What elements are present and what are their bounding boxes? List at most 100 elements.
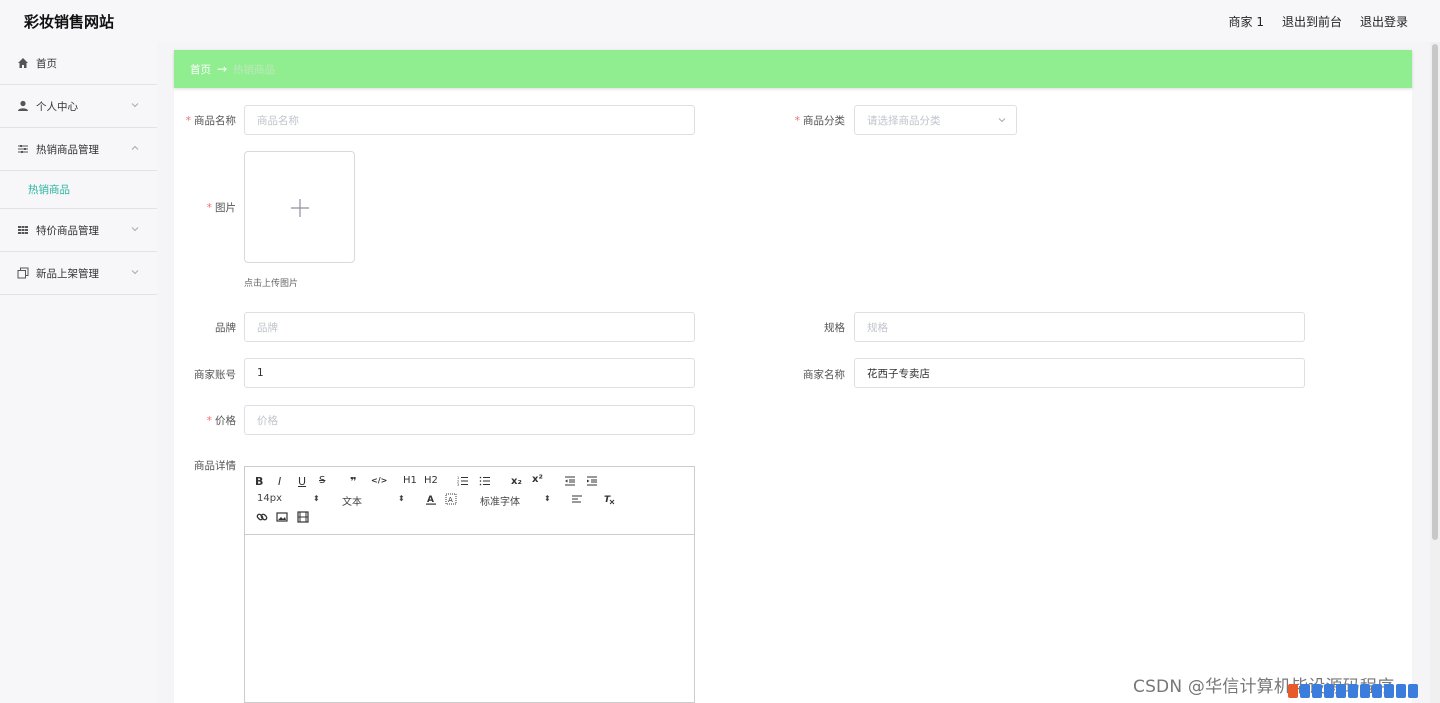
category-label: * 商品分类 <box>793 113 845 128</box>
outdent-icon[interactable] <box>564 475 576 487</box>
image-icon[interactable] <box>276 511 288 523</box>
category-placeholder: 请选择商品分类 <box>867 114 941 127</box>
name-input[interactable]: 商品名称 <box>244 105 695 135</box>
breadcrumb: 首页 → 热销商品 <box>174 50 1412 88</box>
chevron-down-icon <box>131 270 139 275</box>
ime-icon <box>1288 684 1298 698</box>
sidebar: 首页 个人中心 热销商品管理 热销商品 特价商品管理 新品上架管理 <box>0 42 157 703</box>
top-bar: 彩妆销售网站 商家 1 退出到前台 退出登录 <box>0 0 1440 42</box>
header-value: 文本 <box>342 497 362 508</box>
tray-icon <box>1408 684 1418 698</box>
video-icon[interactable] <box>297 511 309 523</box>
indent-icon[interactable] <box>586 475 598 487</box>
superscript-button[interactable]: x² <box>532 474 543 485</box>
align-icon[interactable] <box>571 493 583 505</box>
chevron-down-icon <box>131 227 139 232</box>
font-color-icon[interactable]: A <box>425 493 437 505</box>
editor-content-area[interactable] <box>245 535 694 703</box>
rich-text-editor: B I U S ❞ </> H1 H2 123 x₂ x² 14px ⬍ 文本 … <box>244 466 695 703</box>
merchant-name-value: 花西子专卖店 <box>867 367 930 380</box>
price-input[interactable]: 价格 <box>244 405 695 435</box>
merchant-user-link[interactable]: 商家 1 <box>1229 13 1264 30</box>
breadcrumb-home[interactable]: 首页 <box>190 62 211 77</box>
code-button[interactable]: </> <box>371 476 387 485</box>
price-label-text: 价格 <box>215 415 236 427</box>
tray-icon <box>1360 684 1370 698</box>
logout-link[interactable]: 退出登录 <box>1360 13 1408 30</box>
image-uploader[interactable] <box>244 151 355 263</box>
strike-button[interactable]: S <box>319 475 325 486</box>
name-label-text: 商品名称 <box>194 115 236 127</box>
merchant-account-label: 商家账号 <box>194 369 236 381</box>
price-placeholder: 价格 <box>257 414 278 427</box>
image-label: * 图片 <box>184 200 236 215</box>
font-size-select[interactable]: 14px ⬍ <box>257 493 321 507</box>
exit-to-frontend-link[interactable]: 退出到前台 <box>1282 13 1342 30</box>
header-select[interactable]: 文本 ⬍ <box>342 493 406 508</box>
sidebar-item-personal[interactable]: 个人中心 <box>0 85 157 128</box>
page-scrollbar[interactable] <box>1430 42 1440 703</box>
sidebar-item-label: 新品上架管理 <box>36 267 99 280</box>
h2-button[interactable]: H2 <box>424 475 438 486</box>
required-mark: * <box>206 415 212 427</box>
clear-format-icon[interactable]: T <box>603 493 615 505</box>
sidebar-item-home[interactable]: 首页 <box>0 42 157 85</box>
price-label: * 价格 <box>184 413 236 428</box>
font-family-select[interactable]: 标准字体 ⬍ <box>480 493 552 508</box>
bullet-list-icon[interactable] <box>479 475 491 487</box>
category-select[interactable]: 请选择商品分类 <box>854 105 1017 135</box>
brand-label: 品牌 <box>215 322 236 334</box>
site-title: 彩妆销售网站 <box>24 13 115 31</box>
brand-input[interactable]: 品牌 <box>244 312 695 342</box>
sidebar-item-label: 热销商品管理 <box>36 143 99 156</box>
merchant-name-label: 商家名称 <box>803 369 845 381</box>
grid-icon <box>16 223 30 237</box>
spec-label: 规格 <box>824 322 845 334</box>
blockquote-button[interactable]: ❞ <box>350 475 356 488</box>
required-mark: * <box>794 115 800 127</box>
tray-icon <box>1324 684 1334 698</box>
required-mark: * <box>206 202 212 214</box>
editor-toolbar: B I U S ❞ </> H1 H2 123 x₂ x² 14px ⬍ 文本 … <box>245 467 694 535</box>
background-color-icon[interactable]: A <box>445 493 457 505</box>
h1-button[interactable]: H1 <box>403 475 417 486</box>
merchant-account-value: 1 <box>257 367 264 379</box>
user-icon <box>16 99 30 113</box>
merchant-name-input[interactable]: 花西子专卖店 <box>854 358 1305 388</box>
sidebar-item-label: 个人中心 <box>36 100 78 113</box>
sidebar-item-special-products[interactable]: 特价商品管理 <box>0 209 157 252</box>
tray-icon <box>1372 684 1382 698</box>
underline-button[interactable]: U <box>298 475 306 488</box>
tray-icon <box>1348 684 1358 698</box>
plus-icon <box>291 199 309 217</box>
font-size-value: 14px <box>257 493 282 504</box>
svg-text:3: 3 <box>457 483 459 487</box>
chevron-down-icon <box>131 103 139 108</box>
required-mark: * <box>185 115 191 127</box>
upload-hint: 点击上传图片 <box>244 279 299 289</box>
select-arrows-icon: ⬍ <box>544 494 551 503</box>
spec-input[interactable]: 规格 <box>854 312 1305 342</box>
tray-icon <box>1336 684 1346 698</box>
sliders-icon <box>16 142 30 156</box>
merchant-account-input[interactable]: 1 <box>244 358 695 388</box>
ordered-list-icon[interactable]: 123 <box>457 475 469 487</box>
sidebar-item-new-products[interactable]: 新品上架管理 <box>0 252 157 295</box>
detail-label: 商品详情 <box>194 460 236 472</box>
tray-icon <box>1312 684 1322 698</box>
chevron-up-icon <box>131 145 139 150</box>
spec-placeholder: 规格 <box>867 321 888 334</box>
link-icon[interactable] <box>256 511 268 523</box>
select-arrows-icon: ⬍ <box>398 494 405 503</box>
brand-placeholder: 品牌 <box>257 321 278 334</box>
name-placeholder: 商品名称 <box>257 114 299 127</box>
breadcrumb-current: 热销商品 <box>233 63 276 76</box>
sidebar-subitem-hot-products[interactable]: 热销商品 <box>0 171 157 209</box>
tray-icon <box>1384 684 1394 698</box>
sidebar-item-hot-products[interactable]: 热销商品管理 <box>0 128 157 171</box>
italic-button[interactable]: I <box>278 475 281 488</box>
sidebar-item-label: 首页 <box>36 57 57 70</box>
bold-button[interactable]: B <box>255 475 263 488</box>
subscript-button[interactable]: x₂ <box>511 476 522 487</box>
scrollbar-thumb[interactable] <box>1432 44 1438 540</box>
